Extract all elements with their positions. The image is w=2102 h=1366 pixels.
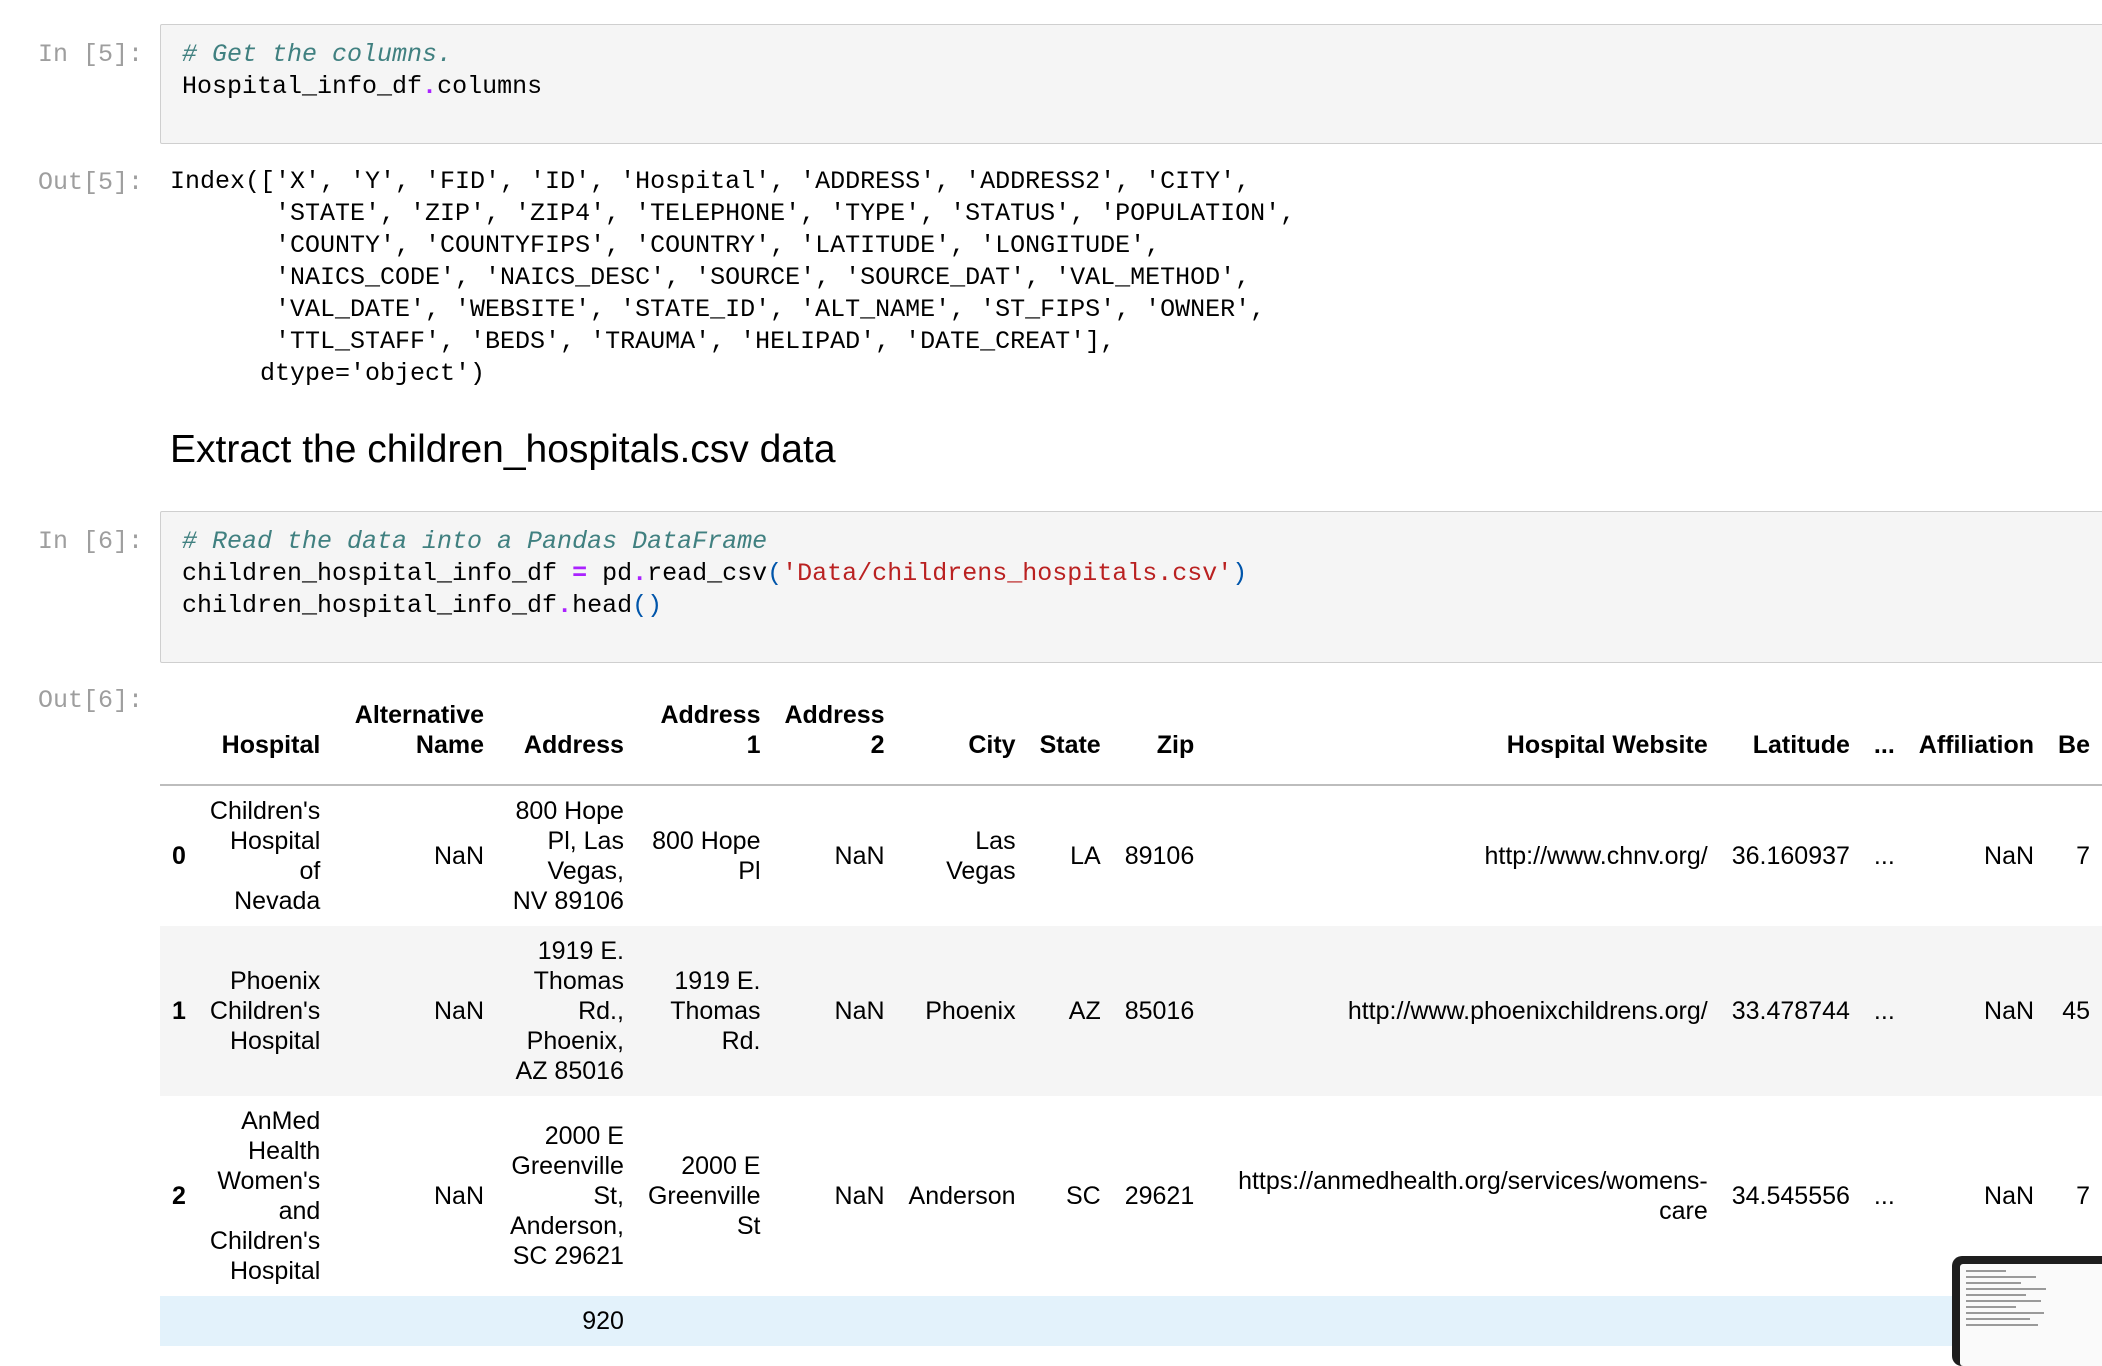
table-cell [1206, 1296, 1720, 1346]
input-prompt-6: In [6]: [38, 527, 144, 556]
table-cell: Las Vegas [946, 827, 1016, 885]
code-comment: # Read the data into a Pandas DataFrame [182, 527, 768, 556]
output-line: dtype='object') [170, 359, 486, 388]
table-cell: NaN [1906, 926, 2047, 1096]
table-cell [1719, 1296, 1862, 1346]
table-cell [635, 1296, 773, 1346]
table-cell: NaN [434, 1182, 485, 1210]
table-cell: 85016 [1112, 926, 1207, 1096]
table-cell: AZ [1027, 926, 1113, 1096]
output-prompt-5: Out[5]: [38, 168, 144, 197]
table-row: 2 AnMed Health Women's and Children's Ho… [160, 1096, 2102, 1296]
table-cell: 920 [496, 1296, 636, 1346]
table-cell: NaN [332, 926, 497, 1096]
column-header: City [896, 690, 1028, 786]
column-header: Address [496, 690, 636, 786]
table-header-row: Hospital Alternative Name Address Addres… [160, 690, 2102, 786]
table-cell: NaN [834, 842, 885, 870]
code-variable: children_hospital_info_df [182, 559, 573, 588]
row-index: 2 [172, 1182, 186, 1210]
column-header: Affiliation [1906, 690, 2047, 786]
row-index: 0 [172, 842, 186, 870]
table-cell: 2000 E Greenville St [647, 1152, 761, 1240]
table-cell: NaN [772, 926, 897, 1096]
table-cell: SC [1065, 1182, 1101, 1210]
column-header: Latitude [1719, 690, 1862, 786]
table-cell [1027, 1296, 1113, 1346]
table-cell [332, 1296, 497, 1346]
output-line: 'TTL_STAFF', 'BEDS', 'TRAUMA', 'HELIPAD'… [170, 327, 1116, 356]
output-line: 'NAICS_CODE', 'NAICS_DESC', 'SOURCE', 'S… [170, 263, 1251, 292]
code-comment: # Get the columns. [182, 40, 453, 69]
table-cell: AnMed Health Women's and Children's Hosp… [209, 1107, 321, 1285]
table-cell: Anderson [908, 1182, 1016, 1210]
output-line: Index(['X', 'Y', 'FID', 'ID', 'Hospital'… [170, 167, 1251, 196]
table-cell [1861, 1296, 1907, 1346]
table-cell [772, 1296, 897, 1346]
table-cell: http://www.phoenixchildrens.org/ [1206, 926, 1720, 1096]
table-cell: Phoenix [896, 926, 1028, 1096]
column-header: State [1027, 690, 1113, 786]
table-cell: NaN [1984, 842, 2035, 870]
table-cell: Phoenix Children's Hospital [197, 926, 333, 1096]
columns-output: Index(['X', 'Y', 'FID', 'ID', 'Hospital'… [170, 166, 1295, 390]
output-line: 'VAL_DATE', 'WEBSITE', 'STATE_ID', 'ALT_… [170, 295, 1266, 324]
output-prompt-6: Out[6]: [38, 686, 144, 715]
markdown-heading: Extract the children_hospitals.csv data [170, 428, 836, 471]
table-cell: 33.478744 [1719, 926, 1862, 1096]
output-line: 'COUNTY', 'COUNTYFIPS', 'COUNTRY', 'LATI… [170, 231, 1161, 260]
table-cell: 1919 E. Thomas Rd., Phoenix, AZ 85016 [496, 926, 636, 1096]
code-cell-5[interactable]: # Get the columns. Hospital_info_df.colu… [160, 24, 2102, 144]
table-cell: 1919 E. Thomas Rd. [635, 926, 773, 1096]
table-cell: LA [1070, 842, 1101, 870]
row-index: 1 [160, 926, 198, 1096]
column-header: Hospital Website [1206, 690, 1720, 786]
table-cell: Children's Hospital of Nevada [209, 797, 321, 915]
table-cell: ... [1861, 926, 1907, 1096]
table-cell: NaN [834, 1182, 885, 1210]
table-cell: 45 [2046, 926, 2102, 1096]
table-cell: https://anmedhealth.org/services/womens-… [1238, 1167, 1708, 1225]
table-cell: 36.160937 [1731, 842, 1850, 870]
column-header: Alternative Name [332, 690, 497, 786]
table-row: 0 Children's Hospital of Nevada NaN 800 … [160, 785, 2102, 926]
table-row: 1 Phoenix Children's Hospital NaN 1919 E… [160, 926, 2102, 1096]
code-string: 'Data/childrens_hospitals.csv' [782, 559, 1233, 588]
table-cell: NaN [434, 842, 485, 870]
table-cell: ... [1873, 842, 1895, 870]
table-cell [896, 1296, 1028, 1346]
dataframe-table: Hospital Alternative Name Address Addres… [160, 690, 2102, 1346]
column-header: Address 2 [772, 690, 897, 786]
thumbnail-preview [1960, 1264, 2102, 1366]
index-header [160, 690, 198, 786]
column-header: Zip [1112, 690, 1207, 786]
table-cell: 2000 E Greenville St, Anderson, SC 29621 [509, 1122, 624, 1270]
table-cell: 29621 [1124, 1182, 1195, 1210]
row-index [160, 1296, 198, 1346]
table-cell: 89106 [1124, 842, 1195, 870]
column-header: ... [1861, 690, 1907, 786]
code-variable: children_hospital_info_df [182, 591, 558, 620]
code-variable: Hospital_info_df [182, 72, 423, 101]
column-header: Address 1 [635, 690, 773, 786]
column-header: Hospital [197, 690, 333, 786]
input-prompt-5: In [5]: [38, 40, 144, 69]
code-cell-6[interactable]: # Read the data into a Pandas DataFrame … [160, 511, 2102, 663]
table-cell: 800 Hope Pl, Las Vegas, NV 89106 [512, 797, 624, 915]
table-cell: 7 [2076, 842, 2090, 870]
table-cell: http://www.chnv.org/ [1484, 842, 1708, 870]
table-row: 920 [160, 1296, 2102, 1346]
table-cell: 800 Hope Pl [652, 827, 761, 885]
output-line: 'STATE', 'ZIP', 'ZIP4', 'TELEPHONE', 'TY… [170, 199, 1296, 228]
table-cell: 34.545556 [1731, 1182, 1850, 1210]
code-attribute: columns [437, 72, 543, 101]
column-header: Be [2046, 690, 2102, 786]
table-cell [1112, 1296, 1207, 1346]
table-cell: ... [1873, 1182, 1895, 1210]
table-cell [197, 1296, 333, 1346]
